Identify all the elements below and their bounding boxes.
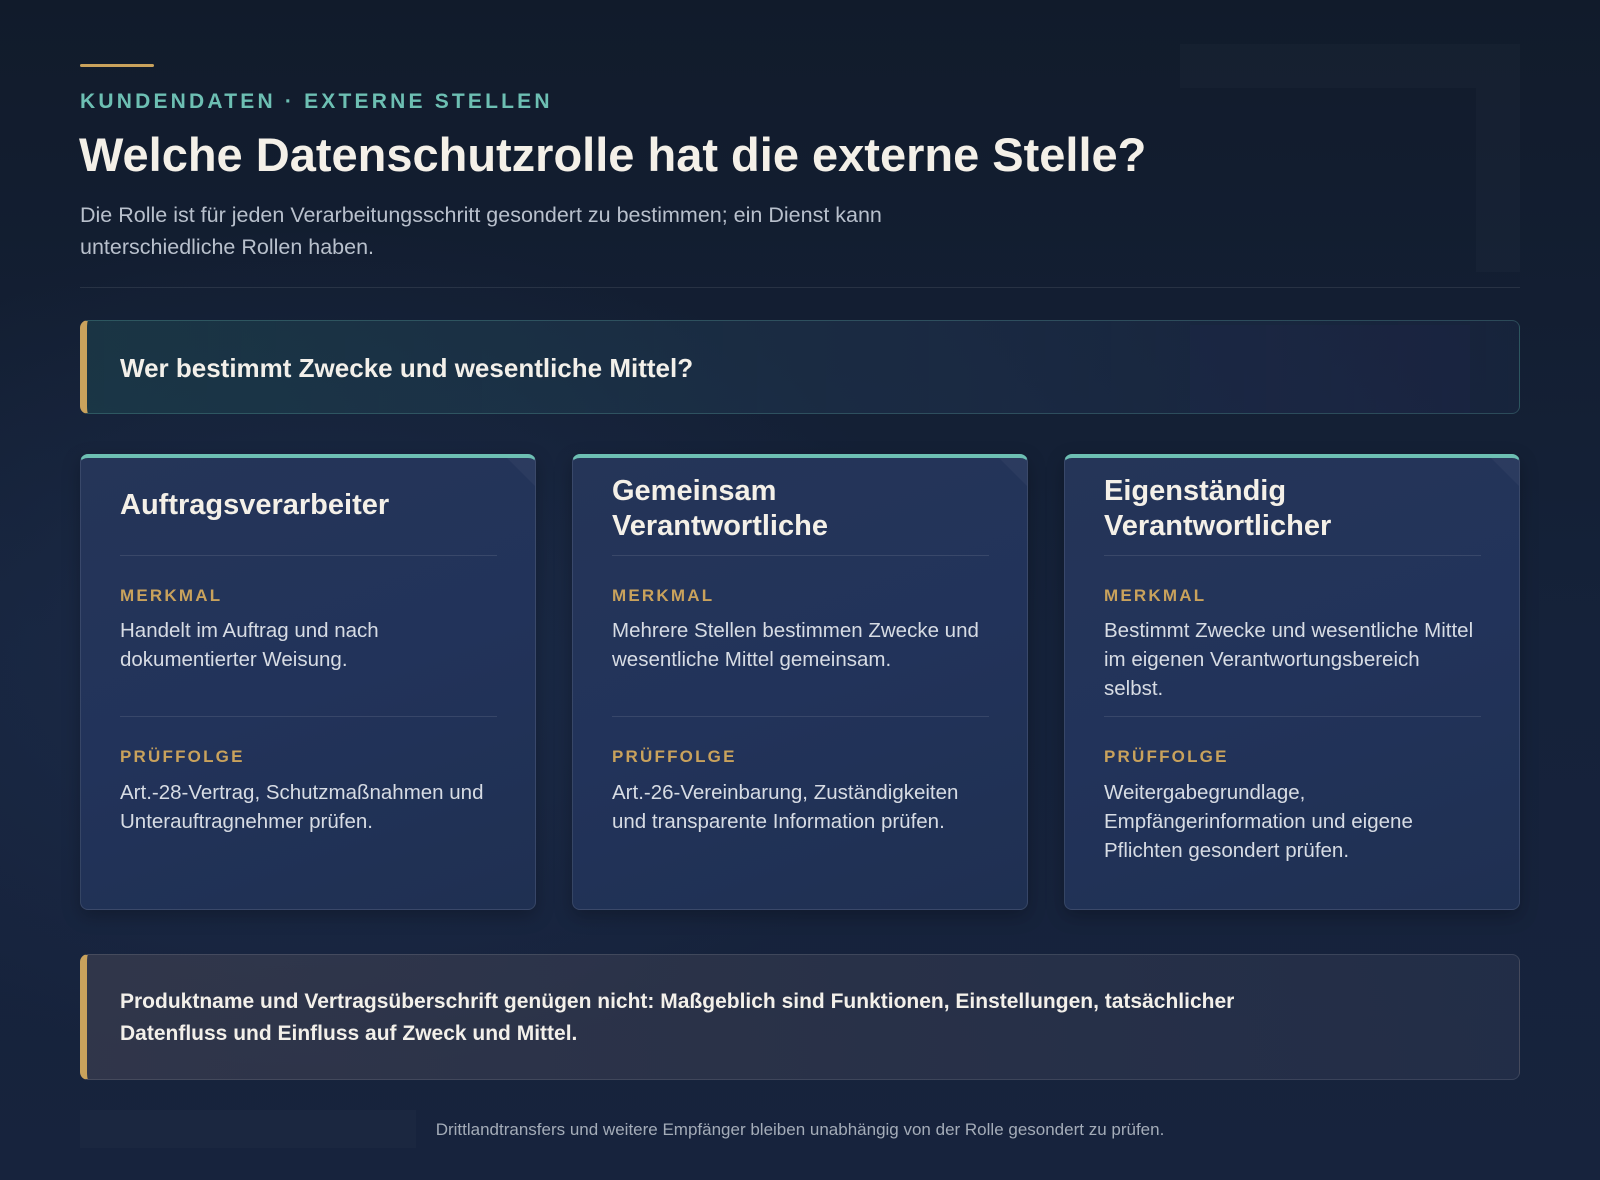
card-divider — [120, 716, 497, 717]
card-corner — [999, 458, 1027, 486]
card-divider — [612, 555, 989, 556]
header-divider — [80, 287, 1520, 288]
role-card-eigenstaendig-verantwortlicher: Eigenständig Verantwortlicher MERKMAL Be… — [1064, 454, 1520, 910]
card-title: Auftragsverarbeiter — [120, 489, 390, 521]
card-corner — [1491, 458, 1519, 486]
question-banner: Wer bestimmt Zwecke und wesentliche Mitt… — [80, 320, 1520, 414]
card-title: Eigenständig Verantwortlicher — [1104, 475, 1332, 542]
card-feature-label: MERKMAL — [120, 586, 223, 605]
footer-text: Drittlandtransfers und weitere Empfänger… — [435, 1120, 1165, 1139]
card-check-text: Weitergabegrundlage, Empfängerinformatio… — [1104, 781, 1413, 862]
card-feature-text: Mehrere Stellen bestimmen Zwecke und wes… — [612, 619, 979, 671]
role-card-auftragsverarbeiter: Auftragsverarbeiter MERKMAL Handelt im A… — [80, 454, 536, 910]
card-divider — [120, 555, 497, 556]
card-check-text: Art.-28-Vertrag, Schutzmaßnahmen und Unt… — [120, 781, 484, 833]
eyebrow: KUNDENDATEN · EXTERNE STELLEN — [80, 90, 553, 113]
card-corner — [507, 458, 535, 486]
card-divider — [1104, 716, 1481, 717]
page: KUNDENDATEN · EXTERNE STELLEN Welche Dat… — [0, 0, 1600, 1180]
page-title: Welche Datenschutzrolle hat die externe … — [79, 128, 1147, 181]
card-divider — [612, 716, 989, 717]
role-card-gemeinsam-verantwortliche: Gemeinsam Verantwortliche MERKMAL Mehrer… — [572, 454, 1028, 910]
note-callout: Produktname und Vertragsüberschrift genü… — [80, 954, 1520, 1080]
decorative-frame — [1180, 44, 1520, 272]
header-accent-line — [80, 64, 154, 67]
note-text: Produktname und Vertragsüberschrift genü… — [120, 990, 1235, 1045]
question-text: Wer bestimmt Zwecke und wesentliche Mitt… — [120, 353, 694, 383]
card-divider — [1104, 555, 1481, 556]
card-check-label: PRÜFFOLGE — [612, 747, 737, 766]
card-check-label: PRÜFFOLGE — [120, 747, 245, 766]
card-title: Gemeinsam Verantwortliche — [612, 475, 828, 542]
card-feature-label: MERKMAL — [612, 586, 715, 605]
card-feature-text: Handelt im Auftrag und nach dokumentiert… — [120, 619, 379, 671]
card-feature-text: Bestimmt Zwecke und wesentliche Mittel i… — [1104, 619, 1474, 700]
page-subtitle: Die Rolle ist für jeden Verarbeitungssch… — [80, 203, 882, 259]
card-check-label: PRÜFFOLGE — [1104, 747, 1229, 766]
card-check-text: Art.-26-Vereinbarung, Zuständigkeiten un… — [612, 781, 959, 833]
card-feature-label: MERKMAL — [1104, 586, 1207, 605]
